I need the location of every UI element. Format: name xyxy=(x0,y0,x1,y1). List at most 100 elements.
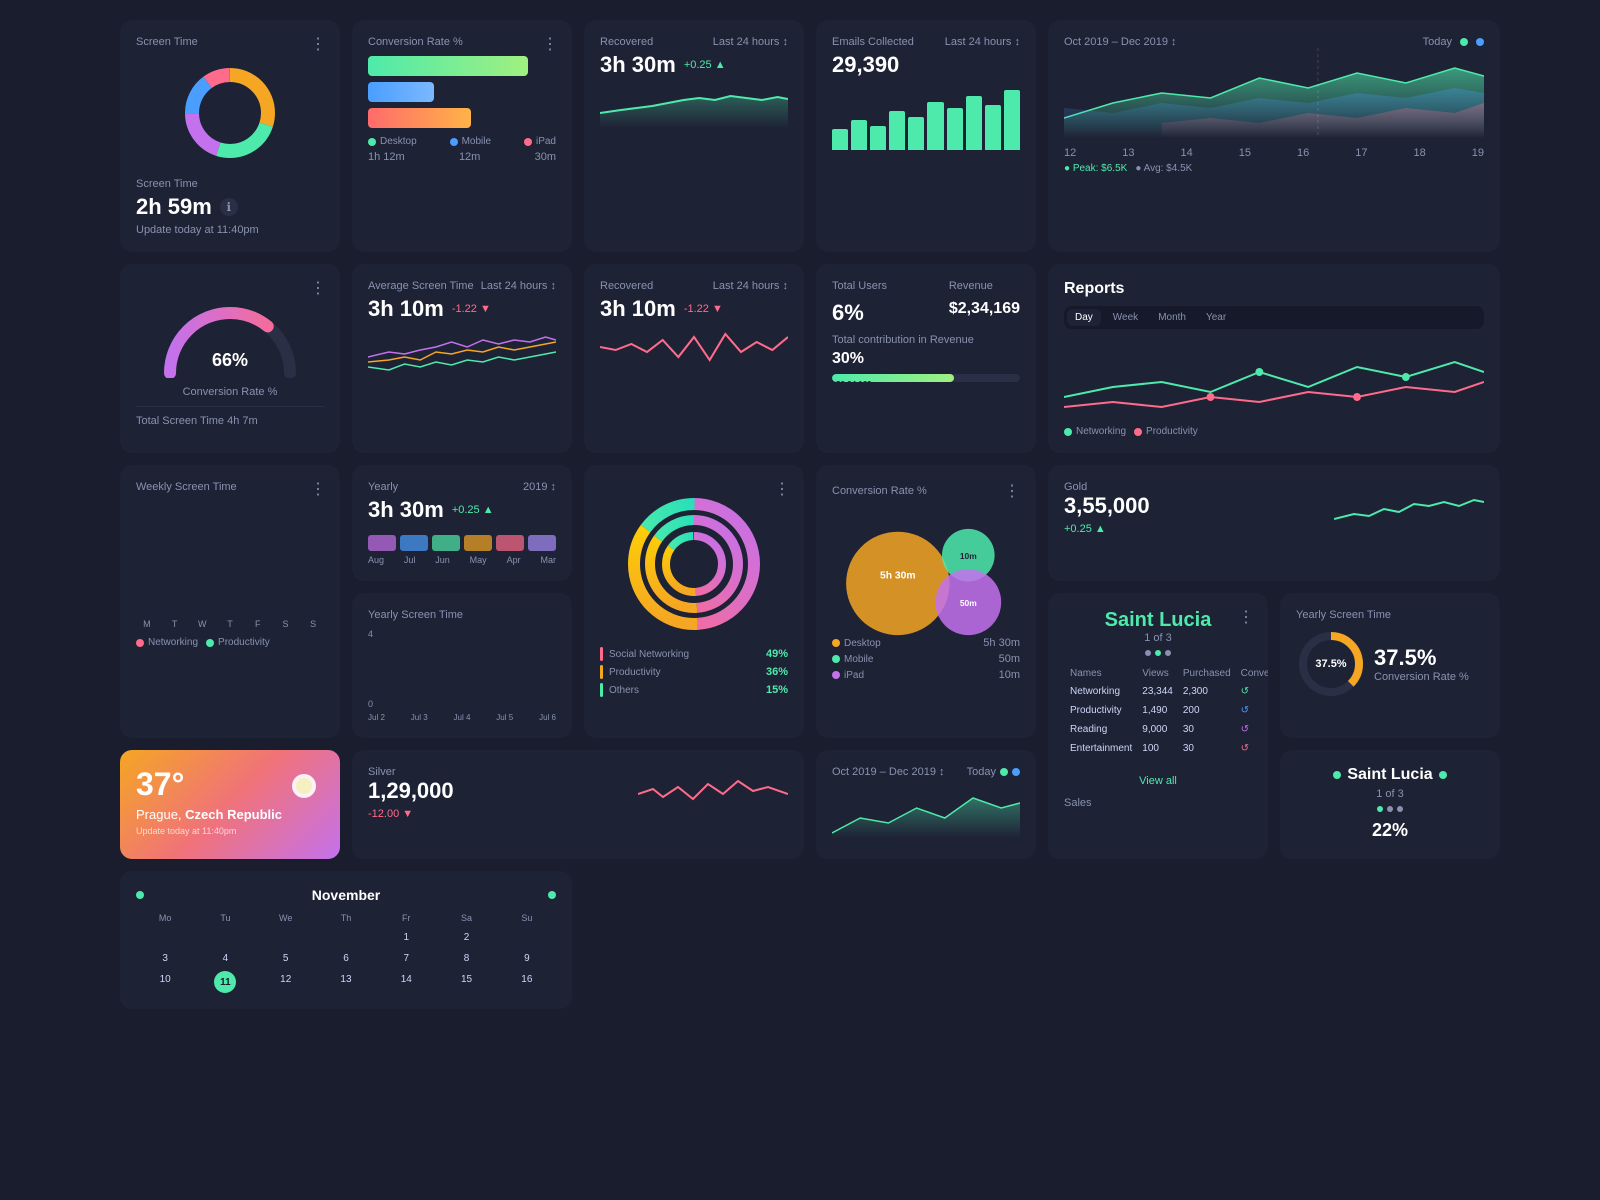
bottom-chart-range: Oct 2019 – Dec 2019 ↕ xyxy=(832,766,945,778)
day-label-m: M xyxy=(143,619,151,629)
label-prod: Productivity xyxy=(609,667,661,678)
screen-time-title: Screen Time xyxy=(136,36,324,48)
conversion-gauge-card: ⋮ 66% Conversion Rate % Total Screen Tim… xyxy=(120,264,340,453)
day-m: M xyxy=(136,609,158,629)
dn-mo: Mo xyxy=(136,911,194,925)
recovered1-sparkline xyxy=(600,78,788,128)
page-dot-2[interactable] xyxy=(1155,650,1161,656)
reports-tabs[interactable]: Day Week Month Year xyxy=(1064,306,1484,329)
cal-4[interactable]: 4 xyxy=(196,950,254,967)
dn-su: Su xyxy=(498,911,556,925)
yearly-month-bars xyxy=(368,535,556,551)
bottom-chart-controls: Today xyxy=(967,766,1020,778)
sl2-page-dot-3[interactable] xyxy=(1397,806,1403,812)
bubble-legend-mobile: Mobile 50m xyxy=(832,653,1020,665)
bl-label-ipad: iPad xyxy=(844,670,864,681)
tab-month[interactable]: Month xyxy=(1150,309,1194,326)
silver-value: 1,29,000 xyxy=(368,778,454,804)
svg-text:50m: 50m xyxy=(960,598,977,608)
dn-tu: Tu xyxy=(196,911,254,925)
x-jul5: Jul 5 xyxy=(496,713,513,722)
cal-14[interactable]: 14 xyxy=(377,971,435,993)
yearly-month-labels: Aug Jul Jun May Apr Mar xyxy=(368,555,556,565)
cal-16[interactable]: 16 xyxy=(498,971,556,993)
bar-others xyxy=(600,683,603,697)
month-label-apr: Apr xyxy=(507,555,521,565)
sl2-header-row: Saint Lucia xyxy=(1296,766,1484,784)
dot2 xyxy=(1476,38,1484,46)
card-menu-icon[interactable]: ⋮ xyxy=(310,34,326,54)
circular-menu[interactable]: ⋮ xyxy=(774,479,790,499)
conversion-rate-bar-card: Conversion Rate % ⋮ Desktop Mobile xyxy=(352,20,572,252)
yearly-st-pct: 37.5% xyxy=(1374,645,1469,671)
reports-dot-productivity xyxy=(1134,428,1142,436)
page-dot-3[interactable] xyxy=(1165,650,1171,656)
gold-change: +0.25 ▲ xyxy=(1064,523,1106,535)
cal-empty-3 xyxy=(257,929,315,946)
cal-13[interactable]: 13 xyxy=(317,971,375,993)
cal-2[interactable]: 2 xyxy=(437,929,495,946)
circular-conversion-card: ⋮ xyxy=(584,465,804,738)
page-dot-1[interactable] xyxy=(1145,650,1151,656)
cal-1[interactable]: 1 xyxy=(377,929,435,946)
cal-8[interactable]: 8 xyxy=(437,950,495,967)
cal-15[interactable]: 15 xyxy=(437,971,495,993)
legend-row-others: Others 15% xyxy=(600,683,788,697)
mini-donut-value: 37.5% xyxy=(1315,658,1346,670)
info-icon[interactable]: ℹ xyxy=(220,198,238,216)
cal-12[interactable]: 12 xyxy=(257,971,315,993)
cal-5[interactable]: 5 xyxy=(257,950,315,967)
conversion-bar-title: Conversion Rate % xyxy=(368,36,556,48)
tab-week[interactable]: Week xyxy=(1105,309,1146,326)
tab-day[interactable]: Day xyxy=(1067,309,1101,326)
cal-9[interactable]: 9 xyxy=(498,950,556,967)
reports-legend-networking: Networking xyxy=(1064,426,1126,437)
bc-dot1 xyxy=(1000,768,1008,776)
cal-11-today[interactable]: 11 xyxy=(214,971,236,993)
emails-title: Emails Collected xyxy=(832,36,914,48)
chart-x-labels: 12 13 14 15 16 17 18 19 xyxy=(1064,147,1484,159)
x-jul4: Jul 4 xyxy=(454,713,471,722)
row1-views: 23,344 xyxy=(1138,683,1177,700)
reports-legend: Networking Productivity xyxy=(1064,426,1484,437)
y-label-0: 0 xyxy=(368,699,373,709)
yst-4 xyxy=(487,706,520,709)
card-menu-icon2[interactable]: ⋮ xyxy=(542,34,558,54)
cal-6[interactable]: 6 xyxy=(317,950,375,967)
reports-card: Reports Day Week Month Year Networking P… xyxy=(1048,264,1500,453)
sl2-page-dot-1[interactable] xyxy=(1377,806,1383,812)
area-chart-svg xyxy=(1064,48,1484,138)
view-all-link[interactable]: View all xyxy=(1139,775,1177,787)
bubble-legend-ipad: iPad 10m xyxy=(832,669,1020,681)
legend-others: Others xyxy=(600,683,639,697)
bl-dot-ipad xyxy=(832,671,840,679)
recovered2-title: Recovered xyxy=(600,280,653,292)
bar-row-ipad xyxy=(368,108,556,128)
tab-year[interactable]: Year xyxy=(1198,309,1234,326)
sales-menu[interactable]: ⋮ xyxy=(1238,607,1254,627)
yearly-card: Yearly 2019 ↕ 3h 30m +0.25 ▲ Aug Jul Jun… xyxy=(352,465,572,581)
month-label-jul: Jul xyxy=(404,555,416,565)
cal-7[interactable]: 7 xyxy=(377,950,435,967)
weekly-menu[interactable]: ⋮ xyxy=(310,479,326,499)
weather-card: 37° Prague, Czech Republic Update today … xyxy=(120,750,340,859)
gauge-menu-icon[interactable]: ⋮ xyxy=(310,278,326,298)
cal-10[interactable]: 10 xyxy=(136,971,194,993)
calendar-month: November xyxy=(312,887,380,903)
emails-subtitle: Last 24 hours ↕ xyxy=(945,36,1020,48)
svg-text:66%: 66% xyxy=(212,350,248,370)
row4-conv: ↺ xyxy=(1237,740,1268,757)
sl2-page-dot-2[interactable] xyxy=(1387,806,1393,812)
sl2-subtitle: 1 of 3 xyxy=(1296,788,1484,800)
reports-chart xyxy=(1064,337,1484,417)
calendar-header: November xyxy=(136,887,556,903)
cal-3[interactable]: 3 xyxy=(136,950,194,967)
circular-donut xyxy=(600,489,788,639)
label-desktop: Desktop xyxy=(380,136,417,147)
table-row: Productivity 1,490 200 ↺ xyxy=(1066,702,1268,719)
total-screen-time-label: Total Screen Time 4h 7m xyxy=(136,415,324,427)
reports-label-networking: Networking xyxy=(1076,426,1126,437)
bubble-menu[interactable]: ⋮ xyxy=(1004,481,1020,501)
yearly-mini-donut: 37.5% xyxy=(1296,629,1366,699)
bl-val-mobile: 50m xyxy=(999,653,1020,665)
